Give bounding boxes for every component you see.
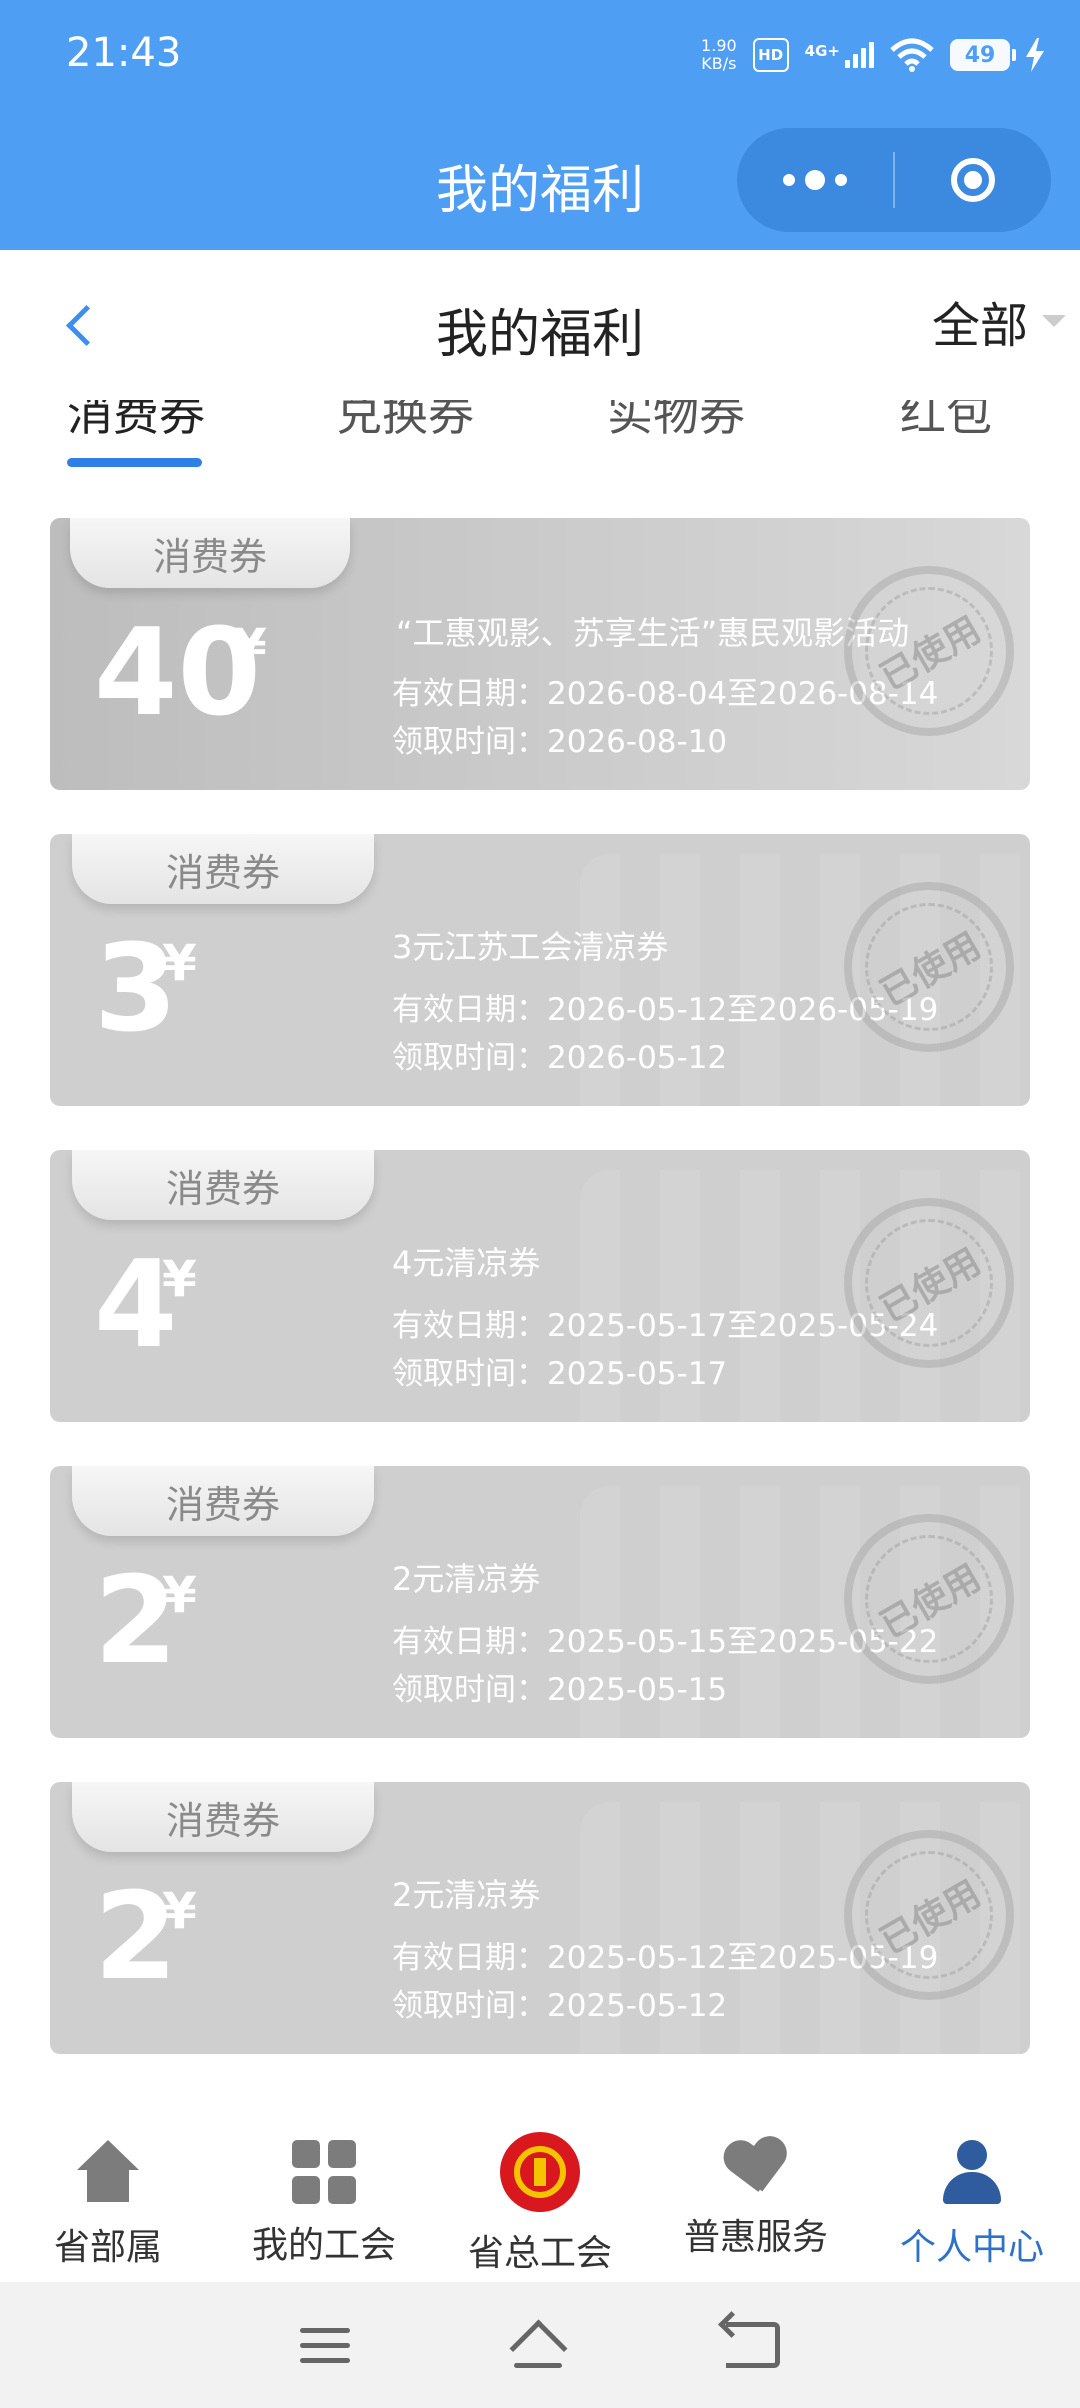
currency-symbol: ¥: [162, 934, 197, 992]
nav-item-provincial-dept[interactable]: 省部属: [0, 2110, 216, 2282]
system-back-icon[interactable]: [726, 2322, 780, 2368]
home-icon: [75, 2140, 141, 2206]
status-time: 21:43: [66, 30, 182, 76]
coupon-type-tag: 消费券: [72, 1150, 374, 1220]
coupon-received-time: 领取时间：2026-08-10: [392, 724, 728, 760]
active-tab-indicator: [67, 458, 202, 467]
grid-icon: [292, 2140, 356, 2204]
currency-symbol: ¥: [162, 1250, 197, 1308]
network-speed-unit: KB/s: [701, 54, 737, 73]
nav-item-provincial-union[interactable]: 省总工会: [432, 2110, 648, 2282]
nav-label: 普惠服务: [683, 2217, 828, 2258]
caret-down-icon: [1042, 315, 1066, 327]
used-stamp-text: 已使用: [873, 609, 988, 699]
used-stamp: 已使用: [844, 882, 1014, 1052]
used-stamp: 已使用: [844, 1514, 1014, 1684]
nav-label: 个人中心: [899, 2227, 1044, 2268]
nav-label: 我的工会: [251, 2225, 396, 2266]
tab-physical[interactable]: 实物券: [607, 400, 745, 444]
coupon-card[interactable]: 消费券 2 ¥ 2元清凉券 有效日期：2025-05-12至2025-05-19…: [50, 1782, 1030, 2054]
coupon-card[interactable]: 消费券 40 ¥ “工惠观影、苏享生活”惠民观影活动 有效日期：2026-08-…: [50, 518, 1030, 790]
currency-symbol: ¥: [162, 1566, 197, 1624]
coupon-received-time: 领取时间：2025-05-12: [392, 1988, 728, 2024]
nav-item-my-union[interactable]: 我的工会: [216, 2110, 432, 2282]
coupon-title: 2元清凉券: [392, 1560, 541, 1598]
nav-item-personal-center[interactable]: 个人中心: [864, 2110, 1080, 2282]
coupon-card[interactable]: 消费券 3 ¥ 3元江苏工会清凉券 有效日期：2026-05-12至2026-0…: [50, 834, 1030, 1106]
tab-red-packet[interactable]: 红包: [900, 400, 992, 444]
system-home-icon[interactable]: [510, 2322, 566, 2368]
battery-icon: 49: [950, 39, 1016, 71]
nav-label: 省总工会: [467, 2233, 612, 2274]
coupon-title: “工惠观影、苏享生活”惠民观影活动: [396, 614, 910, 652]
coupon-title: 3元江苏工会清凉券: [392, 928, 669, 966]
top-bar: 21:43 1.90 KB/s HD 4G+ 49 我的福利: [0, 0, 1080, 250]
mini-program-capsule: [737, 128, 1051, 232]
coupon-title: 2元清凉券: [392, 1876, 541, 1914]
used-stamp: 已使用: [844, 566, 1014, 736]
hd-icon: HD: [752, 38, 789, 72]
cellular-signal-icon: 4G+: [805, 42, 874, 68]
user-icon: [939, 2140, 1005, 2206]
more-dots-icon: [783, 170, 847, 190]
network-speed-value: 1.90: [701, 36, 737, 55]
coupon-type-tag: 消费券: [72, 1466, 374, 1536]
used-stamp: 已使用: [844, 1198, 1014, 1368]
coupon-received-time: 领取时间：2025-05-17: [392, 1356, 728, 1392]
coupon-card[interactable]: 消费券 4 ¥ 4元清凉券 有效日期：2025-05-17至2025-05-24…: [50, 1150, 1030, 1422]
currency-symbol: ¥: [232, 618, 267, 676]
union-emblem-icon: [500, 2132, 580, 2212]
nav-item-welfare-service[interactable]: 普惠服务: [648, 2110, 864, 2282]
bottom-navigation: 省部属 我的工会 省总工会 普惠服务 个人中心: [0, 2110, 1080, 2282]
network-speed: 1.90 KB/s: [701, 37, 737, 73]
menu-icon[interactable]: [300, 2327, 350, 2363]
used-stamp-text: 已使用: [873, 1557, 988, 1647]
page-header: 我的福利 全部: [0, 250, 1080, 401]
wifi-icon: [890, 38, 934, 72]
system-navigation-bar: [0, 2282, 1080, 2408]
close-mini-program-button[interactable]: [895, 128, 1051, 232]
heart-icon: [721, 2136, 790, 2200]
coupon-received-time: 领取时间：2026-05-12: [392, 1040, 728, 1076]
filter-label: 全部: [931, 298, 1028, 354]
coupon-title: 4元清凉券: [392, 1244, 541, 1282]
coupon-type-tag: 消费券: [72, 834, 374, 904]
used-stamp-text: 已使用: [873, 1241, 988, 1331]
coupon-type-tag: 消费券: [72, 1782, 374, 1852]
used-stamp-text: 已使用: [873, 1873, 988, 1963]
filter-dropdown[interactable]: 全部: [932, 286, 1066, 356]
more-button[interactable]: [737, 128, 893, 232]
coupon-received-time: 领取时间：2025-05-15: [392, 1672, 728, 1708]
tab-exchange[interactable]: 兑换券: [336, 400, 474, 444]
nav-label: 省部属: [53, 2227, 162, 2268]
currency-symbol: ¥: [162, 1882, 197, 1940]
coupon-card[interactable]: 消费券 2 ¥ 2元清凉券 有效日期：2025-05-15至2025-05-22…: [50, 1466, 1030, 1738]
used-stamp-text: 已使用: [873, 925, 988, 1015]
target-icon: [951, 158, 995, 202]
charging-icon: [1026, 38, 1044, 72]
coupon-type-tag: 消费券: [70, 518, 350, 588]
used-stamp: 已使用: [844, 1830, 1014, 2000]
status-icons: 1.90 KB/s HD 4G+ 49: [701, 30, 1044, 80]
tab-consumption[interactable]: 消费券: [67, 400, 205, 444]
network-type-label: 4G+: [804, 42, 840, 60]
page-title: 我的福利: [435, 305, 644, 365]
